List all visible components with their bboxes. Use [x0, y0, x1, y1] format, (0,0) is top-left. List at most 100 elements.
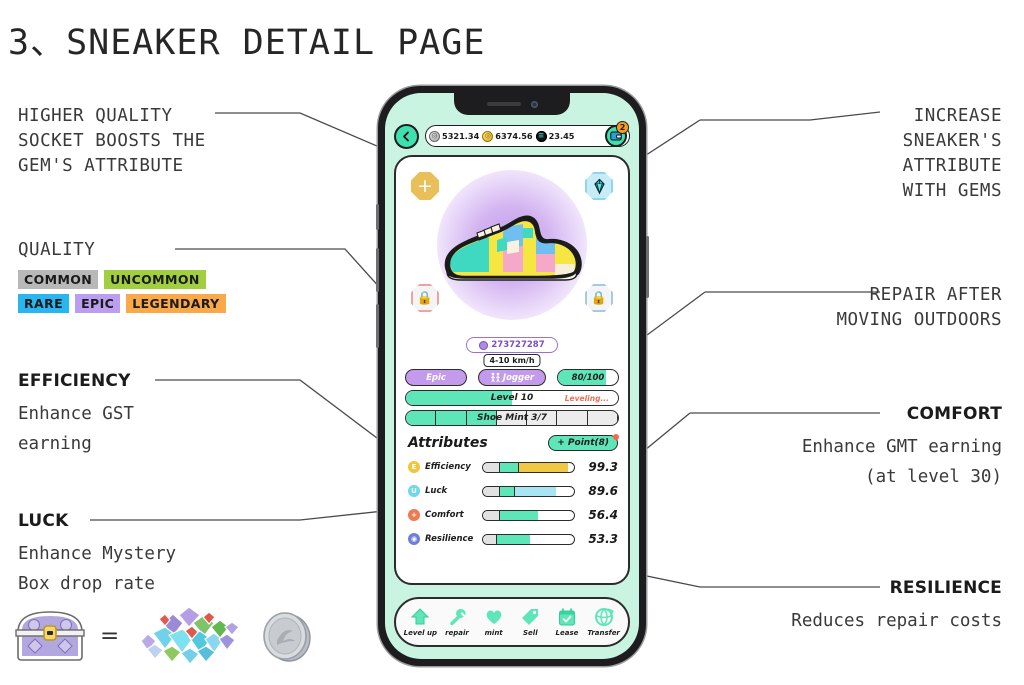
- attribute-bar[interactable]: [482, 485, 575, 497]
- attribute-row-resilience: ◉ Resilience 53.3: [408, 527, 618, 551]
- durability-value: 80/100: [571, 372, 605, 383]
- annotation-comfort-body: Enhance GMT earning (at level 30): [801, 437, 1002, 487]
- attribute-value: 56.4: [588, 508, 618, 522]
- solana-coin-icon: [535, 130, 547, 142]
- quality-badge-legendary: LEGENDARY: [126, 294, 226, 313]
- luck-icon: U: [408, 485, 420, 497]
- attribute-bar[interactable]: [482, 509, 575, 521]
- attribute-bar[interactable]: [482, 461, 575, 473]
- gst-coin-icon: [429, 130, 440, 142]
- annotation-resilience-head: RESILIENCE: [889, 578, 1002, 598]
- gmt-coin-icon: [482, 130, 494, 142]
- phone-volume-down-button[interactable]: [375, 304, 379, 348]
- balance-gmt-value: 6374.56: [495, 131, 533, 141]
- front-camera-icon: [530, 100, 538, 108]
- balance-pill[interactable]: 5321.34 6374.56 23.45: [425, 121, 630, 147]
- nav-item-level-up[interactable]: Level up: [402, 607, 438, 637]
- wallet-button[interactable]: 2: [605, 121, 629, 147]
- annotation-quality-label: QUALITY: [18, 240, 96, 260]
- annotation-repair: REPAIR AFTER MOVING OUTDOORS: [836, 285, 1002, 330]
- attributes-title: Attributes: [408, 435, 488, 451]
- socket-empty-top-left[interactable]: +: [410, 171, 440, 201]
- socket-empty-icon: +: [411, 172, 439, 200]
- level-status: Leveling...: [564, 393, 609, 403]
- quality-badge-epic: EPIC: [75, 294, 121, 313]
- annotation-increase: INCREASE SNEAKER'S ATTRIBUTE WITH GEMS: [902, 106, 1002, 201]
- attribute-value: 53.3: [588, 532, 618, 546]
- phone-volume-up-button[interactable]: [375, 248, 379, 292]
- back-button[interactable]: [394, 123, 419, 149]
- attribute-row-efficiency: E Efficiency 99.3: [408, 455, 618, 479]
- nav-label: Level up: [403, 629, 437, 637]
- speed-tooltip-wrap: 4-10 km/h: [396, 353, 628, 367]
- efficiency-icon: E: [408, 461, 420, 473]
- phone-mute-switch[interactable]: [375, 204, 379, 230]
- attribute-row-luck: U Luck 89.6: [408, 479, 618, 503]
- phone-notch: [454, 93, 570, 115]
- wallet-notification-badge: 2: [616, 121, 629, 134]
- page-title: 3、SNEAKER DETAIL PAGE: [8, 23, 486, 63]
- annotation-luck-body: Enhance Mystery Box drop rate: [18, 544, 177, 594]
- nav-item-repair[interactable]: repair: [439, 607, 475, 637]
- annotation-resilience-body: Reduces repair costs: [791, 611, 1002, 631]
- add-point-label: + Point(8): [557, 438, 609, 448]
- socket-gem-top-right[interactable]: [584, 171, 614, 201]
- wrench-icon: [450, 608, 466, 626]
- progress-bars: Level 10 Leveling... Shoe Mint 3/7: [396, 386, 628, 426]
- quality-row-2: RARE EPIC LEGENDARY: [18, 294, 268, 313]
- resilience-icon: ◉: [408, 533, 420, 545]
- lock-icon: 🔒: [411, 284, 439, 312]
- balance-sol-value: 23.45: [548, 131, 575, 141]
- nav-label: Lease: [555, 629, 579, 637]
- sneaker-detail-card: + 🔒 🔒 273727287 4-10 km/h Epic Jogger 80…: [394, 155, 630, 585]
- nav-item-transfer[interactable]: Transfer: [586, 607, 622, 637]
- nav-item-lease[interactable]: Lease: [549, 607, 585, 637]
- add-point-button[interactable]: + Point(8): [548, 433, 619, 451]
- quality-badge-group: COMMON UNCOMMON RARE EPIC LEGENDARY: [18, 270, 268, 318]
- sneaker-badge-row: Epic Jogger 80/100: [396, 367, 628, 386]
- runner-icon: [490, 372, 500, 383]
- slide-root: 3、SNEAKER DETAIL PAGE HIGHER QUALITY SOC…: [0, 0, 1024, 685]
- nav-label: Transfer: [587, 629, 620, 637]
- attribute-value: 99.3: [588, 460, 618, 474]
- attributes-header: Attributes + Point(8): [396, 426, 628, 453]
- attribute-bar[interactable]: [482, 533, 575, 545]
- balance-gmt: 6374.56: [482, 130, 533, 142]
- mint-label: Shoe Mint 3/7: [476, 413, 547, 423]
- durability-pill[interactable]: 80/100: [557, 369, 619, 386]
- quality-pill[interactable]: Epic: [405, 369, 467, 386]
- nav-item-mint[interactable]: mint: [476, 607, 512, 637]
- earpiece-speaker-icon: [486, 102, 521, 106]
- phone-screen: 5321.34 6374.56 23.45: [385, 93, 639, 659]
- socket-locked-bottom-left[interactable]: 🔒: [410, 283, 440, 313]
- balance-gst-value: 5321.34: [442, 131, 480, 141]
- nav-item-sell[interactable]: Sell: [512, 607, 548, 637]
- lock-icon: 🔒: [585, 284, 613, 312]
- attribute-name: Luck: [425, 486, 448, 496]
- app-top-bar: 5321.34 6374.56 23.45: [385, 121, 639, 151]
- socket-locked-bottom-right[interactable]: 🔒: [584, 283, 614, 313]
- attribute-value: 89.6: [588, 484, 618, 498]
- annotation-efficiency-body: Enhance GST earning: [18, 404, 134, 454]
- sneaker-id-pill[interactable]: 273727287: [466, 337, 558, 353]
- type-pill[interactable]: Jogger: [478, 369, 546, 386]
- level-bar[interactable]: Level 10 Leveling...: [405, 390, 619, 406]
- globe-refresh-icon: [594, 608, 614, 626]
- attributes-list: E Efficiency 99.3 U Luck 89.6 + Comfort …: [396, 453, 628, 551]
- nav-label: Sell: [523, 629, 538, 637]
- sneaker-id-value: 273727287: [491, 340, 545, 350]
- balance-gst: 5321.34: [429, 130, 480, 142]
- quality-badge-rare: RARE: [18, 294, 70, 313]
- arrow-up-icon: [411, 608, 430, 625]
- phone-mockup: 5321.34 6374.56 23.45: [375, 86, 649, 666]
- equals-sign: =: [100, 623, 120, 649]
- gem-icon: [585, 172, 613, 200]
- attribute-row-comfort: + Comfort 56.4: [408, 503, 618, 527]
- quality-badge-common: COMMON: [18, 270, 99, 289]
- silver-coin-icon: [263, 612, 311, 662]
- mystery-box-illustration: =: [14, 605, 317, 667]
- phone-power-button[interactable]: [645, 236, 649, 298]
- attribute-name: Efficiency: [425, 462, 471, 472]
- shoe-mint-bar[interactable]: Shoe Mint 3/7: [405, 410, 619, 426]
- tag-icon: [522, 609, 539, 625]
